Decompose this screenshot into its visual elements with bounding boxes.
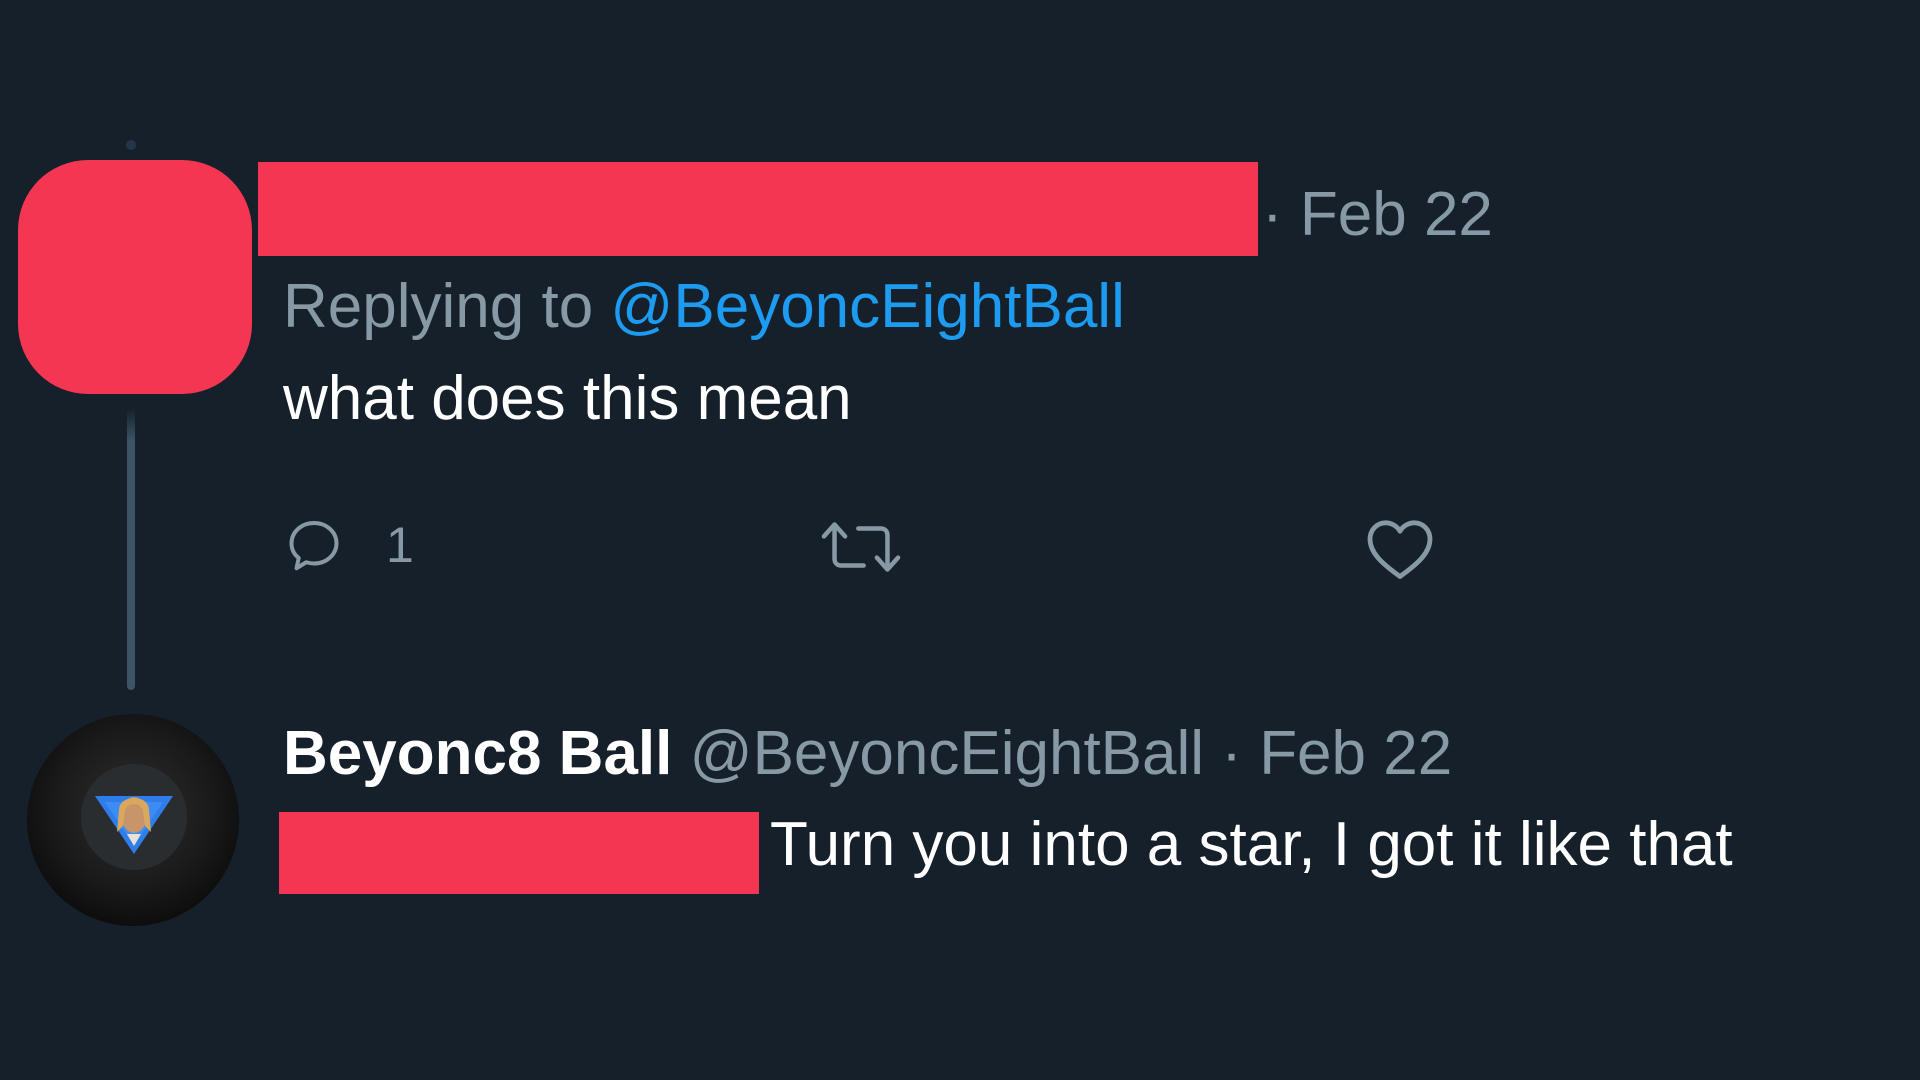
avatar-redacted[interactable] xyxy=(18,160,252,394)
replying-prefix: Replying to xyxy=(283,272,594,341)
display-name[interactable]: Beyonc8 Ball xyxy=(283,719,672,788)
retweet-button[interactable] xyxy=(816,515,906,579)
tweet-meta: · Feb 22 xyxy=(1262,178,1493,252)
replying-to-mention[interactable]: @BeyoncEightBall xyxy=(610,272,1124,341)
retweet-icon xyxy=(816,515,906,579)
separator-dot: · xyxy=(1262,180,1283,249)
tweet-text: Turn you into a star, I got it like that xyxy=(770,810,1733,879)
tweet-date[interactable]: Feb 22 xyxy=(1259,719,1452,788)
heart-icon xyxy=(1364,515,1436,581)
thread-connector-line xyxy=(127,408,135,690)
mention-redacted[interactable] xyxy=(279,812,759,894)
avatar[interactable] xyxy=(27,714,239,926)
tweet-text: what does this mean xyxy=(283,364,852,433)
separator-dot: · xyxy=(1221,719,1242,788)
eight-ball-triangle-icon xyxy=(95,796,173,854)
username-redacted[interactable] xyxy=(258,162,1258,256)
replying-to-line: Replying to @BeyoncEightBall xyxy=(283,270,1125,344)
tweet-header: Beyonc8 Ball @BeyoncEightBall · Feb 22 xyxy=(283,717,1452,791)
reply-count: 1 xyxy=(386,517,414,573)
like-button[interactable] xyxy=(1364,515,1436,581)
tweet-date[interactable]: Feb 22 xyxy=(1300,180,1493,249)
handle[interactable]: @BeyoncEightBall xyxy=(690,719,1204,788)
reply-button[interactable]: 1 xyxy=(284,515,414,575)
reply-icon xyxy=(284,515,344,575)
thread-connector-dot xyxy=(126,140,136,150)
